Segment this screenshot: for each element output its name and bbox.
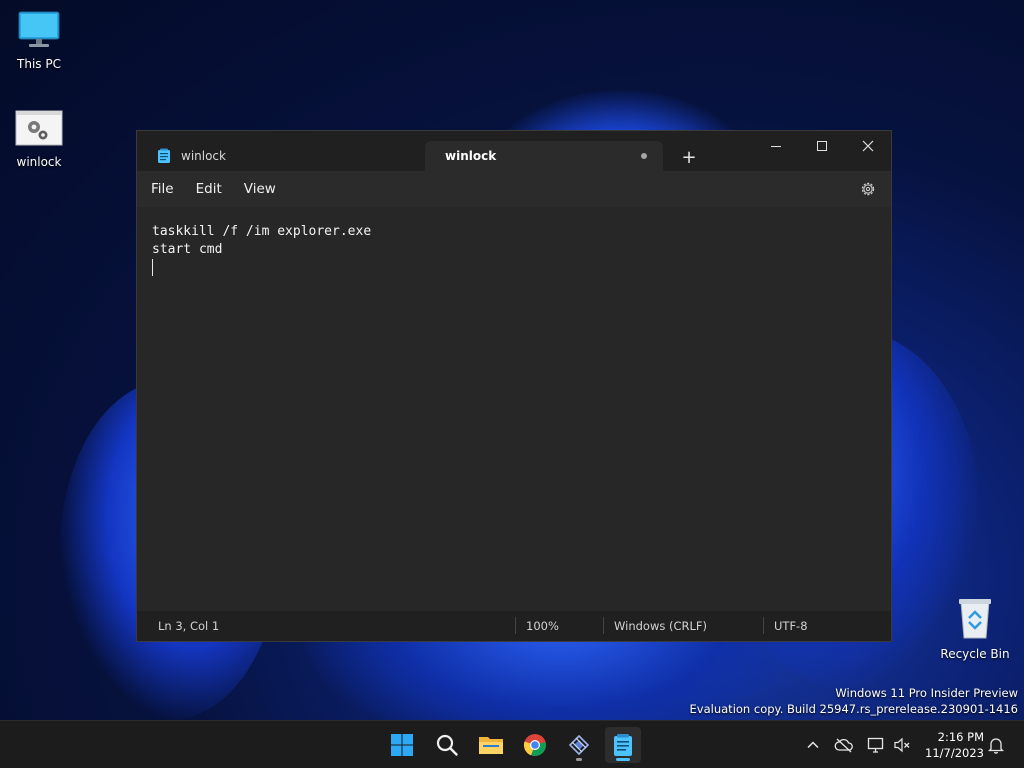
show-hidden-icons-button[interactable] bbox=[803, 735, 823, 755]
cursor-position: Ln 3, Col 1 bbox=[158, 619, 220, 633]
chevron-up-icon bbox=[807, 741, 819, 749]
app-icon bbox=[568, 734, 590, 756]
onedrive-button[interactable] bbox=[834, 735, 854, 755]
status-divider bbox=[763, 617, 764, 634]
close-button[interactable] bbox=[845, 131, 891, 161]
notepad-icon bbox=[614, 734, 632, 756]
evaluation-watermark: Windows 11 Pro Insider Preview Evaluatio… bbox=[690, 685, 1018, 717]
close-icon bbox=[862, 140, 874, 152]
menu-file[interactable]: File bbox=[143, 177, 182, 201]
title-bar: winlock winlock + bbox=[137, 131, 891, 171]
notepad-taskbar-button[interactable] bbox=[605, 727, 641, 763]
start-icon bbox=[391, 734, 413, 756]
menu-edit[interactable]: Edit bbox=[188, 177, 230, 201]
network-icon bbox=[867, 737, 884, 753]
file-explorer-button[interactable] bbox=[473, 727, 509, 763]
recycle-bin-icon bbox=[959, 599, 991, 639]
cloud-offline-icon bbox=[834, 738, 853, 753]
volume-muted-icon bbox=[894, 737, 910, 753]
minimize-button[interactable] bbox=[753, 131, 799, 161]
bell-icon bbox=[988, 738, 1004, 754]
start-button[interactable] bbox=[384, 727, 420, 763]
clock-date: 11/7/2023 bbox=[925, 746, 984, 760]
tab-winlock-inactive[interactable]: winlock bbox=[145, 141, 383, 171]
notifications-button[interactable] bbox=[986, 735, 1006, 755]
desktop-icon-recycle-bin[interactable]: Recycle Bin bbox=[939, 596, 1011, 661]
running-indicator bbox=[576, 758, 582, 761]
active-indicator bbox=[616, 758, 630, 761]
desktop-icon-this-pc[interactable]: This PC bbox=[3, 10, 75, 71]
watermark-line: Evaluation copy. Build 25947.rs_prerelea… bbox=[689, 702, 1018, 716]
unsaved-indicator-icon[interactable] bbox=[641, 153, 647, 159]
pinned-app-button[interactable] bbox=[561, 727, 597, 763]
volume-button[interactable] bbox=[892, 735, 912, 755]
text-caret bbox=[152, 259, 153, 276]
network-button[interactable] bbox=[866, 735, 886, 755]
menu-bar: File Edit View bbox=[137, 171, 891, 207]
tab-winlock-active[interactable]: winlock bbox=[425, 141, 663, 171]
minimize-icon bbox=[771, 146, 781, 147]
new-tab-button[interactable]: + bbox=[675, 143, 703, 171]
notepad-window: winlock winlock + File Edit View taskkil… bbox=[136, 130, 892, 642]
file-explorer-icon bbox=[479, 737, 503, 754]
zoom-level[interactable]: 100% bbox=[526, 619, 559, 633]
maximize-icon bbox=[817, 141, 827, 151]
desktop-icon-label: This PC bbox=[17, 57, 61, 71]
chrome-button[interactable] bbox=[517, 727, 553, 763]
monitor-icon bbox=[18, 11, 60, 47]
editor-line: taskkill /f /im explorer.exe bbox=[152, 224, 372, 239]
editor-line bbox=[152, 259, 876, 277]
taskbar: 2:16 PM 11/7/2023 bbox=[0, 720, 1024, 768]
editor-line: start cmd bbox=[152, 242, 223, 257]
status-divider bbox=[515, 617, 516, 634]
gear-icon[interactable] bbox=[859, 180, 877, 198]
tab-title: winlock bbox=[181, 149, 226, 163]
desktop-icon-label: winlock bbox=[16, 155, 62, 169]
desktop-icon-winlock[interactable]: winlock bbox=[3, 108, 75, 169]
notepad-icon bbox=[158, 148, 170, 163]
text-editor[interactable]: taskkill /f /im explorer.exe start cmd bbox=[137, 207, 891, 611]
watermark-line: Windows 11 Pro Insider Preview bbox=[835, 686, 1018, 700]
search-icon bbox=[436, 734, 458, 756]
tab-title: winlock bbox=[445, 149, 497, 163]
clock[interactable]: 2:16 PM 11/7/2023 bbox=[925, 729, 984, 761]
menu-view[interactable]: View bbox=[236, 177, 284, 201]
status-bar: Ln 3, Col 1 100% Windows (CRLF) UTF-8 bbox=[137, 611, 891, 641]
maximize-button[interactable] bbox=[799, 131, 845, 161]
encoding[interactable]: UTF-8 bbox=[774, 619, 808, 633]
desktop-icon-label: Recycle Bin bbox=[940, 647, 1010, 661]
settings-file-icon bbox=[15, 110, 63, 146]
search-button[interactable] bbox=[429, 727, 465, 763]
status-divider bbox=[603, 617, 604, 634]
clock-time: 2:16 PM bbox=[937, 730, 984, 744]
line-ending[interactable]: Windows (CRLF) bbox=[614, 619, 707, 633]
chrome-icon bbox=[523, 734, 546, 757]
